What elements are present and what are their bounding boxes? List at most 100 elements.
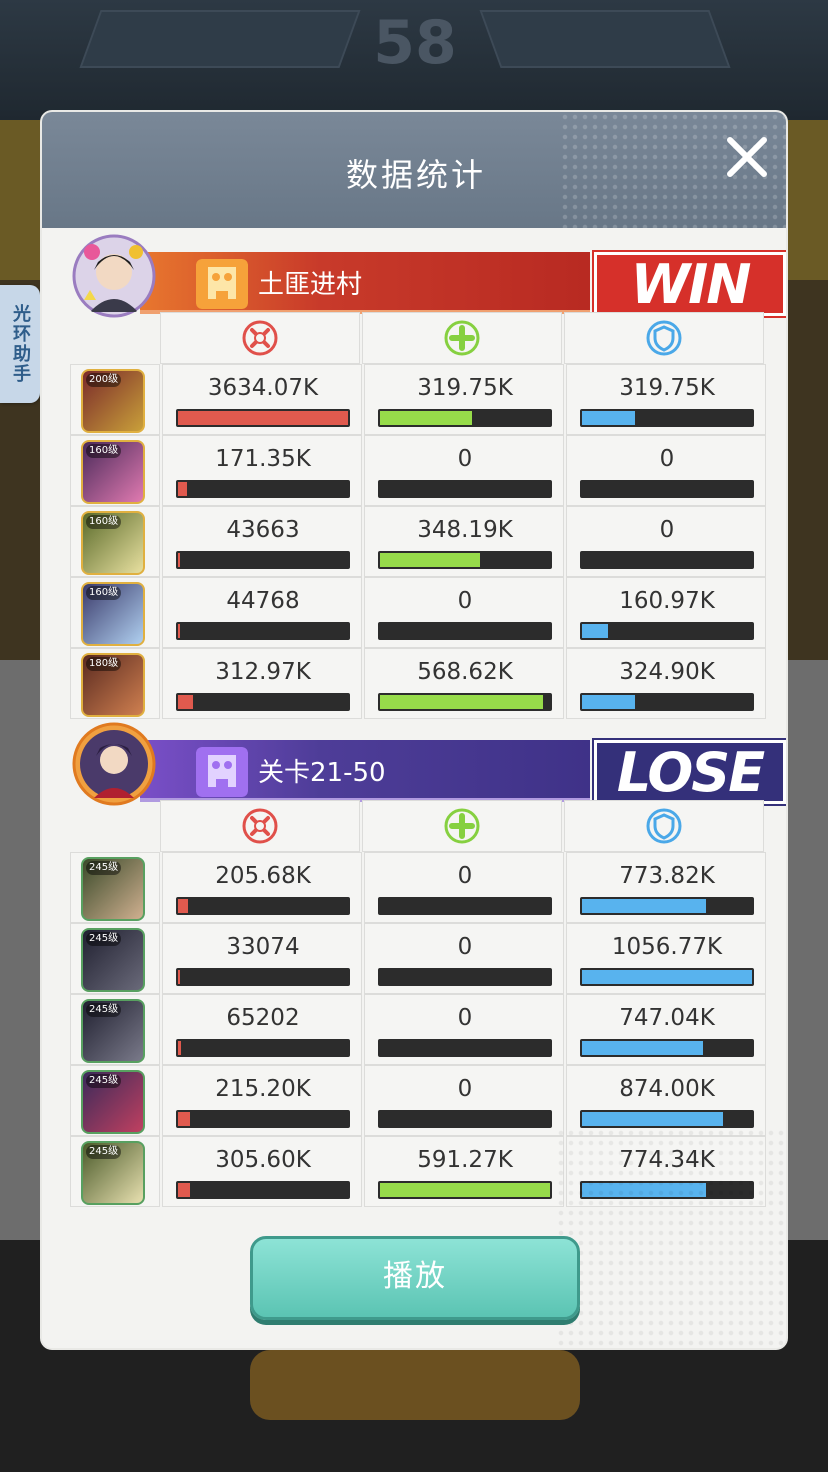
damage-bar [176, 968, 350, 986]
hero-portrait[interactable]: 160级 [81, 511, 145, 575]
player-avatar[interactable] [72, 234, 156, 318]
damage-stat-cell: 215.20K [162, 1065, 362, 1136]
shield-stat-cell: 324.90K [566, 648, 766, 719]
hero-portrait[interactable]: 245级 [81, 857, 145, 921]
hero-portrait[interactable]: 245级 [81, 999, 145, 1063]
heal-stat-cell: 0 [364, 923, 564, 994]
damage-bar-fill [178, 624, 181, 638]
damage-bar [176, 480, 350, 498]
heal-bar [378, 1181, 552, 1199]
heal-value: 0 [457, 934, 473, 960]
hero-level: 245级 [86, 1074, 122, 1088]
shield-stat-cell: 1056.77K [566, 923, 766, 994]
heal-stat-cell: 0 [364, 852, 564, 923]
sword-crossed-icon [160, 800, 360, 852]
enemy-avatar[interactable] [72, 722, 156, 806]
heal-value: 0 [457, 588, 473, 614]
hero-level: 245级 [86, 861, 122, 875]
damage-bar [176, 409, 350, 427]
shield-bar [580, 693, 754, 711]
shield-bar [580, 551, 754, 569]
hero-cell: 245级 [70, 852, 160, 923]
heal-bar [378, 622, 552, 640]
damage-bar-fill [178, 553, 181, 567]
heal-stat-cell: 348.19K [364, 506, 564, 577]
damage-stat-cell: 3634.07K [162, 364, 362, 435]
hero-stat-row: 245级 205.68K 0 773.82K [70, 852, 766, 923]
hero-portrait[interactable]: 200级 [81, 369, 145, 433]
heal-bar-fill [380, 553, 481, 567]
background-tab-right [479, 10, 731, 68]
hero-level: 160级 [86, 515, 122, 529]
hero-portrait[interactable]: 245级 [81, 1070, 145, 1134]
hero-portrait[interactable]: 245级 [81, 928, 145, 992]
hero-cell: 245级 [70, 994, 160, 1065]
damage-stat-cell: 171.35K [162, 435, 362, 506]
damage-bar-fill [178, 970, 180, 984]
hero-cell: 160级 [70, 506, 160, 577]
hero-level: 200级 [86, 373, 122, 387]
hero-level: 245级 [86, 932, 122, 946]
heal-stat-cell: 568.62K [364, 648, 564, 719]
heal-bar [378, 480, 552, 498]
shield-bar-fill [582, 1112, 724, 1126]
damage-bar [176, 551, 350, 569]
heal-value: 568.62K [417, 659, 513, 685]
shield-stat-cell: 0 [566, 506, 766, 577]
hero-portrait[interactable]: 245级 [81, 1141, 145, 1205]
heal-value: 0 [457, 446, 473, 472]
hero-cell: 245级 [70, 923, 160, 994]
hero-portrait[interactable]: 160级 [81, 440, 145, 504]
hero-stat-row: 245级 65202 0 747.04K [70, 994, 766, 1065]
hero-level: 245级 [86, 1003, 122, 1017]
hero-level: 245级 [86, 1145, 122, 1159]
plus-icon [362, 312, 562, 364]
damage-bar-fill [178, 411, 348, 425]
stat-icon-header [160, 800, 764, 852]
hero-cell: 200级 [70, 364, 160, 435]
damage-bar-fill [178, 1112, 190, 1126]
heal-value: 0 [457, 1076, 473, 1102]
heal-value: 348.19K [417, 517, 513, 543]
hero-cell: 160级 [70, 577, 160, 648]
heal-stat-cell: 0 [364, 994, 564, 1065]
heal-value: 0 [457, 1005, 473, 1031]
damage-bar [176, 1181, 350, 1199]
shield-bar [580, 409, 754, 427]
damage-bar-fill [178, 695, 194, 709]
shield-icon [564, 800, 764, 852]
heal-bar [378, 693, 552, 711]
heal-value: 319.75K [417, 375, 513, 401]
hero-portrait[interactable]: 180级 [81, 653, 145, 717]
hero-cell: 160级 [70, 435, 160, 506]
close-icon[interactable] [724, 134, 770, 180]
heal-bar [378, 1039, 552, 1057]
damage-value: 312.97K [215, 659, 311, 685]
heal-stat-cell: 0 [364, 577, 564, 648]
stage-emblem-icon [196, 747, 248, 797]
shield-stat-cell: 160.97K [566, 577, 766, 648]
heal-stat-cell: 591.27K [364, 1136, 564, 1207]
background-round-number: 58 [373, 8, 457, 78]
hero-stat-row: 245级 215.20K 0 874.00K [70, 1065, 766, 1136]
hero-stat-row: 180级 312.97K 568.62K 324.90K [70, 648, 766, 719]
team-name: 关卡21-50 [258, 758, 386, 788]
shield-bar [580, 622, 754, 640]
damage-value: 43663 [226, 517, 300, 543]
shield-value: 0 [659, 446, 675, 472]
shield-value: 319.75K [619, 375, 715, 401]
shield-stat-cell: 773.82K [566, 852, 766, 923]
shield-bar [580, 1110, 754, 1128]
assistant-side-tab[interactable]: 光环助手 [0, 285, 40, 403]
hero-portrait[interactable]: 160级 [81, 582, 145, 646]
shield-value: 747.04K [619, 1005, 715, 1031]
hero-stat-row: 245级 33074 0 1056.77K [70, 923, 766, 994]
damage-stat-cell: 33074 [162, 923, 362, 994]
play-replay-button[interactable]: 播放 [250, 1236, 580, 1320]
shield-bar [580, 968, 754, 986]
shield-bar-fill [582, 411, 635, 425]
team-banner-player: 土匪进村 WIN [68, 234, 786, 324]
bandit-emblem-icon [196, 259, 248, 309]
shield-value: 773.82K [619, 863, 715, 889]
damage-bar [176, 1110, 350, 1128]
